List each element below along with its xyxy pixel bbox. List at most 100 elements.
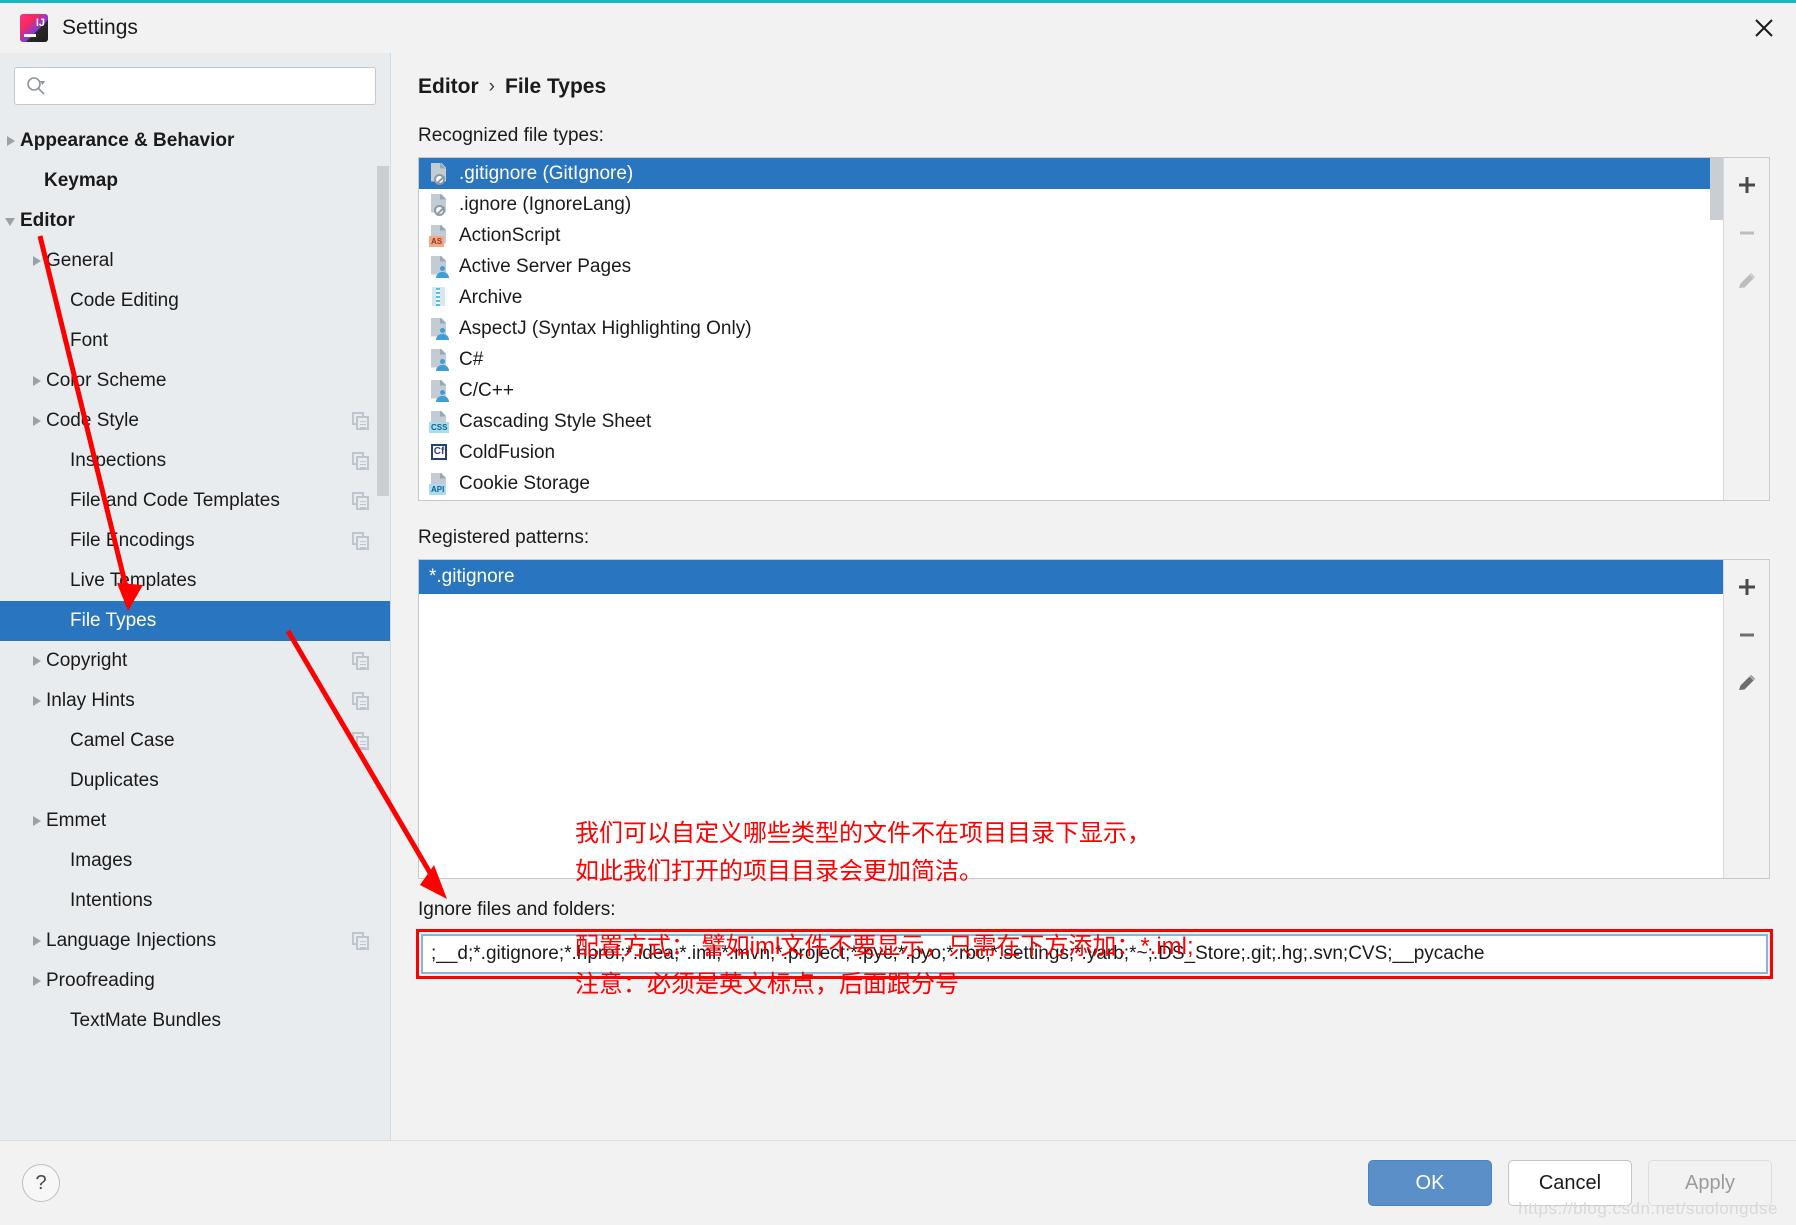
sidebar-item-label: Emmet <box>46 810 107 831</box>
chevron-right-icon[interactable] <box>4 133 20 149</box>
chevron-right-icon[interactable] <box>30 933 46 949</box>
sidebar-item-duplicates[interactable]: Duplicates <box>0 761 390 801</box>
close-icon[interactable] <box>1732 3 1796 53</box>
sidebar-item-color-scheme[interactable]: Color Scheme <box>0 361 390 401</box>
add-file-type-button[interactable] <box>1728 166 1766 204</box>
sidebar-item-font[interactable]: Font <box>0 321 390 361</box>
ok-button[interactable]: OK <box>1368 1160 1492 1206</box>
plus-icon <box>1738 177 1755 193</box>
registered-patterns-label: Registered patterns: <box>418 527 590 548</box>
file-type-row[interactable]: API Cookie Storage <box>419 468 1723 499</box>
remove-pattern-button[interactable] <box>1728 616 1766 654</box>
annotation-text-2: 配置方式： 譬如iml文件不要显示，只需在下方添加：*.iml; 注意：必须是英… <box>575 933 1194 998</box>
sidebar-item-inlay-hints[interactable]: Inlay Hints <box>0 681 390 721</box>
sidebar-item-label: Language Injections <box>46 930 217 951</box>
file-type-label: ActionScript <box>459 224 561 246</box>
sidebar-item-file-and-code-templates[interactable]: File and Code Templates <box>0 481 390 521</box>
sidebar-item-label: Inspections <box>70 450 167 471</box>
copy-settings-icon[interactable] <box>352 932 370 950</box>
file-type-row[interactable]: C# <box>419 344 1723 375</box>
pencil-icon <box>1738 675 1755 690</box>
sidebar-item-inspections[interactable]: Inspections <box>0 441 390 481</box>
sidebar-item-textmate-bundles[interactable]: TextMate Bundles <box>0 1001 390 1041</box>
chevron-right-icon[interactable] <box>30 693 46 709</box>
sidebar-item-editor[interactable]: Editor <box>0 201 390 241</box>
file-type-row[interactable]: Cf ColdFusion <box>419 437 1723 468</box>
edit-file-type-button[interactable] <box>1728 262 1766 300</box>
annotation-text-1: 我们可以自定义哪些类型的文件不在项目目录下显示， 如此我们打开的项目目录会更加简… <box>575 820 1151 885</box>
sidebar-item-keymap[interactable]: Keymap <box>0 161 390 201</box>
search-container <box>0 53 390 105</box>
edit-pattern-button[interactable] <box>1728 664 1766 702</box>
search-box[interactable] <box>14 67 376 105</box>
sidebar-item-general[interactable]: General <box>0 241 390 281</box>
file-css-icon: CSS <box>429 410 450 433</box>
sidebar-item-live-templates[interactable]: Live Templates <box>0 561 390 601</box>
file-types-scrollbar[interactable] <box>1710 158 1723 500</box>
copy-settings-icon[interactable] <box>352 692 370 710</box>
sidebar-item-label: File Types <box>70 610 157 631</box>
dialog-footer: ? OK Cancel Apply https://blog.csdn.net/… <box>0 1140 1796 1225</box>
file-type-label: Cookie Storage <box>459 472 590 494</box>
sidebar-item-label: Appearance & Behavior <box>20 130 235 151</box>
chevron-right-icon[interactable] <box>30 373 46 389</box>
sidebar-item-code-style[interactable]: Code Style <box>0 401 390 441</box>
sidebar-item-label: File Encodings <box>70 530 195 551</box>
sidebar-item-label: Intentions <box>70 890 153 911</box>
help-button[interactable]: ? <box>22 1164 60 1202</box>
file-type-row[interactable]: .gitignore (GitIgnore) <box>419 158 1723 189</box>
sidebar-item-appearance-behavior[interactable]: Appearance & Behavior <box>0 121 390 161</box>
sidebar-item-copyright[interactable]: Copyright <box>0 641 390 681</box>
chevron-right-icon[interactable] <box>30 973 46 989</box>
file-type-row[interactable]: AspectJ (Syntax Highlighting Only) <box>419 313 1723 344</box>
sidebar-item-label: Color Scheme <box>46 370 167 391</box>
copy-settings-icon[interactable] <box>352 492 370 510</box>
sidebar-item-intentions[interactable]: Intentions <box>0 881 390 921</box>
chevron-right-icon[interactable] <box>30 253 46 269</box>
chevron-right-icon[interactable] <box>30 813 46 829</box>
watermark: https://blog.csdn.net/suolongdse <box>1518 1199 1778 1218</box>
file-ban-icon <box>429 193 449 216</box>
sidebar-item-file-types[interactable]: File Types <box>0 601 390 641</box>
breadcrumb-root[interactable]: Editor <box>418 75 479 99</box>
file-type-row[interactable]: C/C++ <box>419 375 1723 406</box>
sidebar-scrollbar[interactable] <box>377 166 389 496</box>
add-pattern-button[interactable] <box>1728 568 1766 606</box>
copy-settings-icon[interactable] <box>352 732 370 750</box>
copy-settings-icon[interactable] <box>352 412 370 430</box>
sidebar-item-code-editing[interactable]: Code Editing <box>0 281 390 321</box>
sidebar-item-images[interactable]: Images <box>0 841 390 881</box>
copy-settings-icon[interactable] <box>352 652 370 670</box>
file-type-row[interactable]: .ignore (IgnoreLang) <box>419 189 1723 220</box>
copy-settings-icon[interactable] <box>352 532 370 550</box>
pattern-row[interactable]: *.gitignore <box>419 560 1723 594</box>
breadcrumb-leaf: File Types <box>505 75 607 98</box>
sidebar-item-camel-case[interactable]: Camel Case <box>0 721 390 761</box>
sidebar-item-language-injections[interactable]: Language Injections <box>0 921 390 961</box>
settings-sidebar: Appearance & Behavior Keymap Editor General… <box>0 53 391 1188</box>
chevron-down-icon[interactable] <box>4 213 20 229</box>
file-type-label: C/C++ <box>459 379 514 401</box>
sidebar-item-file-encodings[interactable]: File Encodings <box>0 521 390 561</box>
copy-settings-icon[interactable] <box>352 452 370 470</box>
remove-file-type-button[interactable] <box>1728 214 1766 252</box>
intellij-idea-logo-icon <box>20 14 48 42</box>
chevron-right-icon[interactable] <box>30 413 46 429</box>
title-bar: Settings <box>0 3 1796 53</box>
file-type-row[interactable]: CSS Cascading Style Sheet <box>419 406 1723 437</box>
search-input[interactable] <box>47 69 375 103</box>
recognized-file-types-list[interactable]: .gitignore (GitIgnore) .ignore (IgnoreLan… <box>419 158 1723 500</box>
sidebar-item-proofreading[interactable]: Proofreading <box>0 961 390 1001</box>
chevron-right-icon[interactable] <box>30 653 46 669</box>
file-type-row[interactable]: Active Server Pages <box>419 251 1723 282</box>
file-type-row[interactable]: AS ActionScript <box>419 220 1723 251</box>
file-type-row[interactable]: Archive <box>419 282 1723 313</box>
sidebar-item-emmet[interactable]: Emmet <box>0 801 390 841</box>
file-person-icon <box>429 348 449 371</box>
